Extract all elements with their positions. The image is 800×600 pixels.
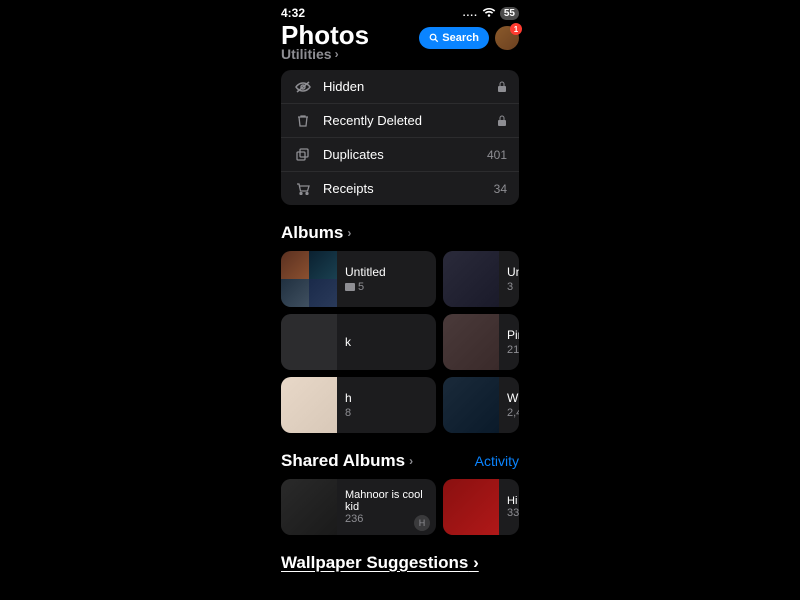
- album-card[interactable]: k: [281, 314, 436, 370]
- participant-avatar: H: [414, 515, 430, 531]
- utility-recently-deleted[interactable]: Recently Deleted: [281, 104, 519, 138]
- album-thumbnail: [443, 251, 499, 307]
- chevron-right-icon: ›: [347, 226, 351, 240]
- album-count: 5: [345, 281, 386, 293]
- album-name: h: [345, 391, 352, 405]
- utility-duplicates[interactable]: Duplicates 401: [281, 138, 519, 172]
- profile-avatar[interactable]: 1: [495, 26, 519, 50]
- shared-album-card[interactable]: Hi 332: [443, 479, 519, 535]
- utility-count: 401: [487, 148, 507, 162]
- shared-albums-title[interactable]: Shared Albums ›: [281, 451, 413, 471]
- status-time: 4:32: [281, 6, 305, 20]
- album-card[interactable]: Untitled 5: [281, 251, 436, 307]
- section-title-label: Wallpaper Suggestions ›: [281, 553, 479, 572]
- shared-albums-header: Shared Albums › Activity: [267, 451, 533, 479]
- search-button[interactable]: Search: [419, 27, 489, 49]
- albums-grid: Untitled 5 Untitled 3 k: [267, 251, 533, 433]
- wifi-icon: [482, 8, 496, 18]
- album-name: Untitled: [507, 265, 511, 279]
- album-thumbnail: [281, 251, 337, 307]
- album-thumbnail: [281, 314, 337, 370]
- utility-count: 34: [494, 182, 507, 196]
- albums-header[interactable]: Albums ›: [267, 223, 533, 251]
- battery-indicator: 55: [500, 7, 519, 20]
- album-name: Hi: [507, 495, 519, 507]
- activity-link[interactable]: Activity: [475, 453, 519, 469]
- album-name: k: [345, 335, 351, 349]
- cart-icon: [293, 183, 313, 195]
- section-title-label: Shared Albums: [281, 451, 405, 471]
- status-indicators: .... 55: [463, 7, 519, 20]
- album-thumbnail: [281, 479, 337, 535]
- section-title-label: Albums: [281, 223, 343, 243]
- album-name: WhatsApp: [507, 391, 511, 405]
- status-bar: 4:32 .... 55: [267, 0, 533, 22]
- album-thumbnail: [281, 377, 337, 433]
- album-thumbnail: [443, 377, 499, 433]
- eye-off-icon: [293, 81, 313, 93]
- copy-icon: [293, 148, 313, 162]
- cellular-icon: ....: [463, 8, 478, 19]
- app-header: Photos Utilities › Search 1: [267, 22, 533, 70]
- utility-label: Duplicates: [323, 147, 487, 162]
- album-card[interactable]: Pinterest 212: [443, 314, 519, 370]
- film-roll-icon: [345, 283, 355, 291]
- lock-icon: [497, 115, 507, 127]
- shared-album-card[interactable]: Mahnoor is cool kid 236 H: [281, 479, 436, 535]
- album-count: 212: [507, 344, 511, 356]
- album-count: 8: [345, 407, 352, 419]
- subtitle-label: Utilities: [281, 46, 332, 62]
- utility-label: Receipts: [323, 181, 494, 196]
- album-count: 332: [507, 507, 519, 519]
- utility-hidden[interactable]: Hidden: [281, 70, 519, 104]
- search-icon: [429, 33, 439, 43]
- utilities-list: Hidden Recently Deleted Duplicates 401 R…: [281, 70, 519, 205]
- lock-icon: [497, 81, 507, 93]
- album-name: Pinterest: [507, 328, 511, 342]
- shared-albums-grid: Mahnoor is cool kid 236 H Hi 332: [267, 479, 533, 535]
- album-count: 2,472: [507, 407, 511, 419]
- album-name: Mahnoor is cool kid: [345, 489, 428, 513]
- notification-badge: 1: [510, 23, 522, 35]
- utility-label: Recently Deleted: [323, 113, 497, 128]
- chevron-right-icon: ›: [409, 454, 413, 468]
- album-count: 3: [507, 281, 511, 293]
- album-name: Untitled: [345, 265, 386, 279]
- trash-icon: [293, 114, 313, 128]
- album-card[interactable]: h 8: [281, 377, 436, 433]
- search-label: Search: [442, 32, 479, 44]
- page-title: Photos: [281, 22, 369, 48]
- album-thumbnail: [443, 314, 499, 370]
- subtitle-row[interactable]: Utilities ›: [281, 46, 369, 62]
- album-thumbnail: [443, 479, 499, 535]
- chevron-right-icon: ›: [335, 47, 339, 61]
- phone-screen: 4:32 .... 55 Photos Utilities › Search 1: [267, 0, 533, 600]
- wallpaper-header[interactable]: Wallpaper Suggestions ›: [267, 553, 533, 573]
- album-card[interactable]: WhatsApp 2,472: [443, 377, 519, 433]
- album-card[interactable]: Untitled 3: [443, 251, 519, 307]
- utility-receipts[interactable]: Receipts 34: [281, 172, 519, 205]
- utility-label: Hidden: [323, 79, 497, 94]
